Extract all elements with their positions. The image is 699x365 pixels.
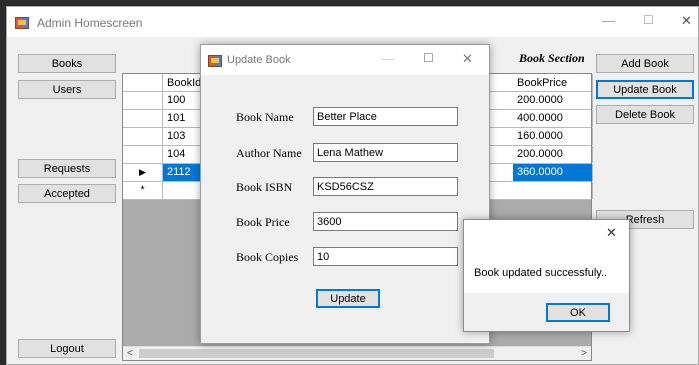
section-title: Book Section [519,51,585,65]
update-book-button[interactable]: Update Book [596,80,694,99]
current-row-indicator[interactable]: ▶ [123,164,163,181]
row-header-corner [123,74,163,91]
cell-bookprice[interactable]: 400.0000 [513,110,593,127]
scrollbar-thumb[interactable] [139,349,494,358]
dialog-title: Update Book [227,54,291,66]
maximize-icon[interactable]: ☐ [423,51,434,65]
close-icon[interactable]: ✕ [681,13,692,29]
app-icon [15,17,29,29]
title-bar: Admin Homescreen — ☐ ✕ [7,7,698,37]
window-title: Admin Homescreen [37,16,143,30]
book-name-input[interactable] [313,107,458,126]
cell-bookprice[interactable] [513,182,593,199]
row-header[interactable] [123,146,163,163]
scroll-right-icon[interactable]: > [581,348,587,359]
horizontal-scrollbar[interactable]: < > [123,346,591,360]
book-price-input[interactable] [313,212,458,231]
book-copies-input[interactable] [313,247,458,266]
update-book-dialog: Update Book — ☐ ✕ Book Name Author Name … [200,44,490,344]
accepted-button[interactable]: Accepted [18,184,116,203]
cell-bookprice[interactable]: 200.0000 [513,146,593,163]
minimize-icon[interactable]: — [602,13,615,28]
scroll-left-icon[interactable]: < [127,348,133,359]
requests-button[interactable]: Requests [18,159,116,178]
book-isbn-label: Book ISBN [236,180,293,194]
message-text: Book updated successfuly.. [474,267,608,279]
logout-button[interactable]: Logout [18,339,116,358]
cell-bookprice[interactable]: 200.0000 [513,92,593,109]
author-name-label: Author Name [236,146,302,160]
close-icon[interactable]: ✕ [462,51,473,67]
new-row-indicator[interactable]: * [123,182,163,199]
maximize-icon[interactable]: ☐ [643,13,654,27]
book-name-label: Book Name [236,110,294,124]
row-header[interactable] [123,110,163,127]
delete-book-button[interactable]: Delete Book [596,105,694,124]
minimize-icon[interactable]: — [381,51,394,66]
book-isbn-input[interactable] [313,177,458,196]
message-footer: OK [464,293,629,331]
book-copies-label: Book Copies [236,250,299,264]
column-header-bookprice[interactable]: BookPrice [513,74,593,92]
users-button[interactable]: Users [18,80,116,99]
row-header[interactable] [123,128,163,145]
close-icon[interactable]: ✕ [606,225,617,241]
cell-bookprice[interactable]: 360.0000 [513,164,593,181]
row-header[interactable] [123,92,163,109]
dialog-title-bar: Update Book — ☐ ✕ [201,45,489,75]
update-button[interactable]: Update [316,289,380,308]
cell-bookprice[interactable]: 160.0000 [513,128,593,145]
dialog-app-icon [208,55,222,67]
author-name-input[interactable] [313,143,458,162]
success-message-box: ✕ Book updated successfuly.. OK [463,219,630,332]
add-book-button[interactable]: Add Book [596,54,694,73]
books-button[interactable]: Books [18,54,116,73]
book-price-label: Book Price [236,215,290,229]
ok-button[interactable]: OK [546,303,610,322]
